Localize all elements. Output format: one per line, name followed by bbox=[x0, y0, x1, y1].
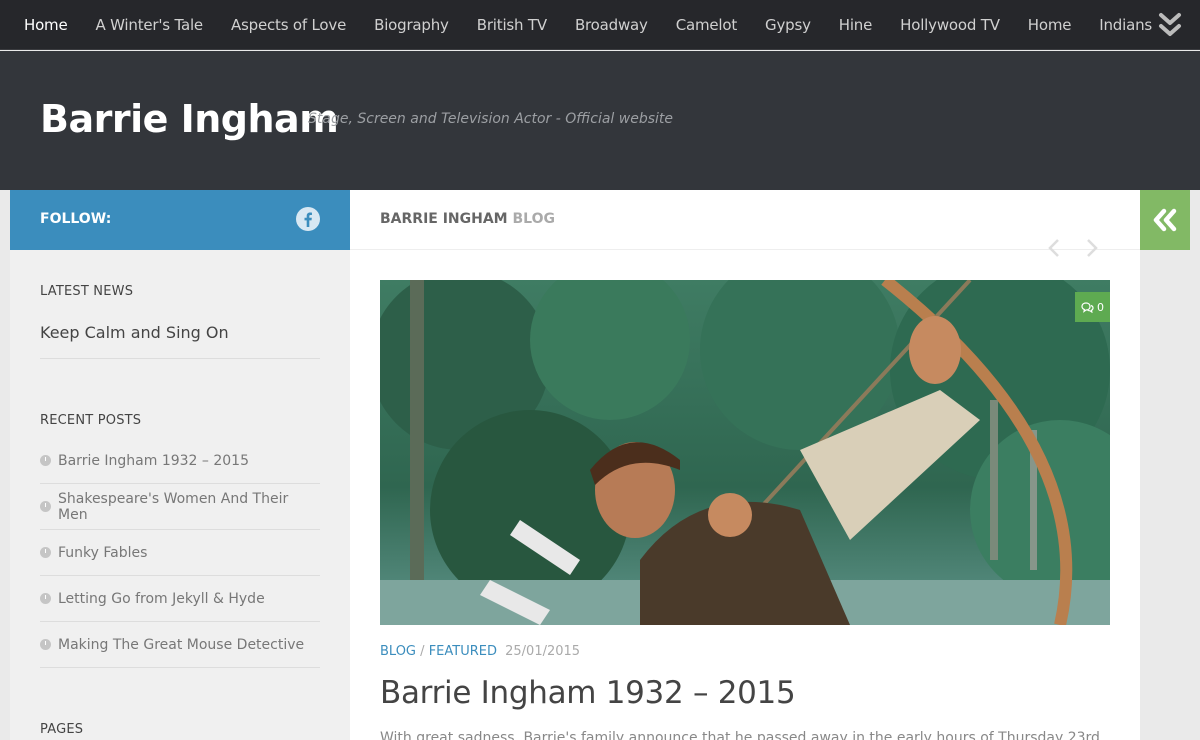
recent-posts-title: RECENT POSTS bbox=[40, 413, 142, 428]
nav-item-camelot[interactable]: Camelot bbox=[662, 0, 751, 50]
latest-news-link[interactable]: Keep Calm and Sing On bbox=[40, 323, 229, 342]
nav-item-indians[interactable]: Indians bbox=[1085, 0, 1166, 50]
recent-post-label: Shakespeare's Women And Their Men bbox=[58, 490, 289, 523]
sidebar-toggle[interactable] bbox=[1140, 190, 1190, 250]
chevron-right-icon[interactable] bbox=[1085, 238, 1099, 258]
clock-icon bbox=[40, 593, 51, 604]
main-content: BARRIE INGHAM BLOG 0 BLOG / FEATURED 25/… bbox=[350, 190, 1140, 740]
page-heading: BARRIE INGHAM BLOG bbox=[350, 190, 1140, 250]
archer-photo bbox=[380, 280, 1110, 625]
recent-post-item[interactable]: Funky Fables bbox=[40, 530, 320, 576]
top-navigation: Home A Winter's Tale Aspects of Love Bio… bbox=[0, 0, 1200, 50]
site-description: Stage, Screen and Television Actor - Off… bbox=[308, 111, 674, 127]
divider bbox=[40, 358, 320, 359]
nav-item-british-tv[interactable]: British TV bbox=[463, 0, 561, 50]
comments-icon bbox=[1081, 301, 1094, 313]
category-separator: / bbox=[420, 644, 425, 659]
post-title[interactable]: Barrie Ingham 1932 – 2015 bbox=[380, 675, 796, 711]
nav-item-biography[interactable]: Biography bbox=[360, 0, 463, 50]
clock-icon bbox=[40, 455, 51, 466]
site-header: Barrie Ingham Stage, Screen and Televisi… bbox=[0, 51, 1200, 190]
page-title-sub: BLOG bbox=[512, 211, 556, 227]
recent-post-label: Barrie Ingham 1932 – 2015 bbox=[58, 452, 249, 469]
recent-post-label: Funky Fables bbox=[58, 544, 148, 561]
recent-post-item[interactable]: Shakespeare's Women And Their Men bbox=[40, 484, 320, 530]
post-meta: BLOG / FEATURED 25/01/2015 bbox=[380, 644, 580, 659]
nav-menu: Home A Winter's Tale Aspects of Love Bio… bbox=[0, 0, 1200, 50]
recent-post-item[interactable]: Letting Go from Jekyll & Hyde bbox=[40, 576, 320, 622]
facebook-icon[interactable] bbox=[296, 207, 320, 231]
recent-post-label: Making The Great Mouse Detective bbox=[58, 636, 305, 653]
nav-item-gypsy[interactable]: Gypsy bbox=[751, 0, 825, 50]
category-link-blog[interactable]: BLOG bbox=[380, 644, 416, 659]
site-title[interactable]: Barrie Ingham bbox=[40, 97, 339, 141]
double-chevron-left-icon bbox=[1153, 208, 1177, 232]
sidebar: FOLLOW: LATEST NEWS Keep Calm and Sing O… bbox=[10, 190, 350, 740]
double-chevron-down-icon[interactable] bbox=[1158, 12, 1182, 38]
nav-item-hollywood-tv[interactable]: Hollywood TV bbox=[886, 0, 1014, 50]
post-date: 25/01/2015 bbox=[505, 644, 581, 659]
nav-item-home[interactable]: Home bbox=[10, 0, 82, 50]
nav-item-a-winters-tale[interactable]: A Winter's Tale bbox=[82, 0, 217, 50]
clock-icon bbox=[40, 547, 51, 558]
follow-bar: FOLLOW: bbox=[10, 190, 350, 250]
nav-item-aspects-of-love[interactable]: Aspects of Love bbox=[217, 0, 360, 50]
post-excerpt: With great sadness, Barrie's family anno… bbox=[380, 730, 1100, 740]
recent-post-item[interactable]: Making The Great Mouse Detective bbox=[40, 622, 320, 668]
comment-count: 0 bbox=[1097, 300, 1104, 314]
recent-post-item[interactable]: Barrie Ingham 1932 – 2015 bbox=[40, 438, 320, 484]
recent-post-label: Letting Go from Jekyll & Hyde bbox=[58, 590, 265, 607]
follow-label: FOLLOW: bbox=[40, 211, 112, 227]
featured-image[interactable]: 0 bbox=[380, 280, 1110, 625]
chevron-left-icon[interactable] bbox=[1047, 238, 1061, 258]
category-link-featured[interactable]: FEATURED bbox=[429, 644, 497, 659]
page-title-main: BARRIE INGHAM bbox=[380, 211, 508, 227]
pages-title: PAGES bbox=[40, 722, 84, 737]
page-title: BARRIE INGHAM BLOG bbox=[380, 211, 555, 227]
nav-item-broadway[interactable]: Broadway bbox=[561, 0, 662, 50]
nav-item-home-2[interactable]: Home bbox=[1014, 0, 1086, 50]
clock-icon bbox=[40, 639, 51, 650]
comment-count-badge[interactable]: 0 bbox=[1075, 292, 1110, 322]
clock-icon bbox=[40, 501, 51, 512]
latest-news-title: LATEST NEWS bbox=[40, 284, 134, 299]
nav-item-hine[interactable]: Hine bbox=[825, 0, 886, 50]
